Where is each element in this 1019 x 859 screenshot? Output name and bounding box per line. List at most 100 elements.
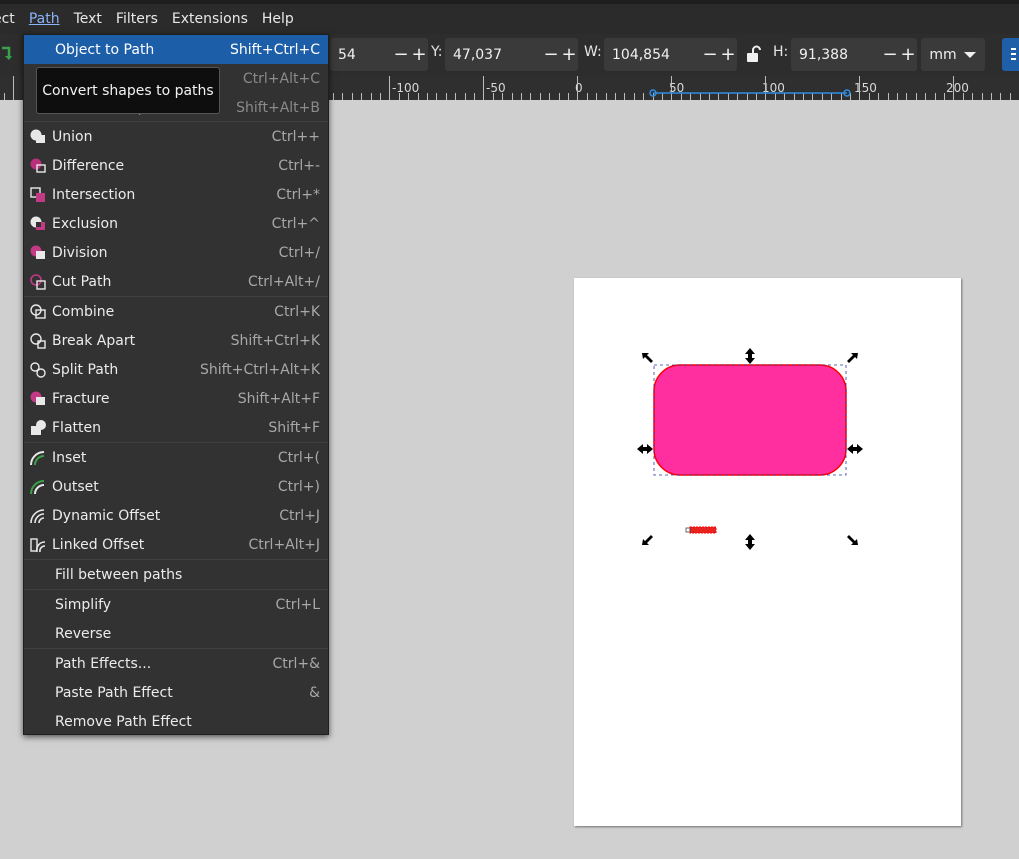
menu-item-flatten[interactable]: Flatten Shift+F bbox=[24, 413, 328, 442]
menu-filters[interactable]: Filters bbox=[109, 4, 165, 34]
menu-item-label: Simplify bbox=[55, 596, 112, 613]
menu-path[interactable]: Path bbox=[22, 4, 67, 34]
menu-item-shortcut: Shift+Alt+F bbox=[237, 390, 320, 407]
menu-item-shortcut: Ctrl+Alt+/ bbox=[247, 273, 320, 290]
menu-text[interactable]: Text bbox=[67, 4, 109, 34]
menu-item-object-to-path[interactable]: Object to Path Shift+Ctrl+C bbox=[24, 35, 328, 64]
menu-item-reverse[interactable]: Reverse bbox=[24, 619, 328, 648]
ruler-tick bbox=[13, 76, 14, 100]
ruler-tick bbox=[624, 93, 625, 100]
menu-item-cut-path[interactable]: Cut Path Ctrl+Alt+/ bbox=[24, 267, 328, 296]
exclusion-icon bbox=[30, 216, 45, 230]
menu-item-label: Remove Path Effect bbox=[55, 713, 192, 730]
menu-item-label: Fracture bbox=[52, 390, 110, 407]
cut-path-icon bbox=[30, 274, 46, 290]
menu-item-exclusion[interactable]: Exclusion Ctrl+^ bbox=[24, 209, 328, 238]
flatten-icon bbox=[31, 420, 46, 435]
unit-select[interactable]: mm bbox=[921, 38, 985, 71]
ruler-tick bbox=[4, 93, 5, 100]
x-decrement-button[interactable]: − bbox=[392, 38, 410, 71]
h-label: H: bbox=[773, 44, 789, 60]
ruler-tick bbox=[540, 93, 541, 100]
ruler-tick bbox=[577, 76, 578, 100]
h-field[interactable]: 91,388 − + bbox=[791, 38, 917, 71]
menu-item-dynamic-offset[interactable]: Dynamic Offset Ctrl+J bbox=[24, 501, 328, 530]
menu-item-label: Path Effects... bbox=[55, 655, 152, 672]
y-field[interactable]: 47,037 − + bbox=[445, 38, 578, 71]
menu-object[interactable]: ect bbox=[0, 4, 22, 34]
y-increment-button[interactable]: + bbox=[560, 38, 578, 71]
menu-separator bbox=[24, 559, 328, 560]
ruler-tick bbox=[371, 93, 372, 100]
menu-item-label: Difference bbox=[52, 157, 125, 174]
w-field[interactable]: 104,854 − + bbox=[604, 38, 737, 71]
menu-item-remove-path-effect[interactable]: Remove Path Effect bbox=[24, 707, 328, 736]
ruler-tick bbox=[568, 93, 569, 100]
menu-item-combine[interactable]: Combine Ctrl+K bbox=[24, 297, 328, 326]
ruler-tick bbox=[333, 93, 334, 100]
menu-item-simplify[interactable]: Simplify Ctrl+L bbox=[24, 590, 328, 619]
menu-item-shortcut: Ctrl+( bbox=[277, 449, 320, 466]
combine-icon bbox=[30, 304, 46, 319]
menu-item-fracture[interactable]: Fracture Shift+Alt+F bbox=[24, 384, 328, 413]
w-decrement-button[interactable]: − bbox=[701, 38, 719, 71]
ruler-tick bbox=[352, 93, 353, 100]
menu-item-path-effects[interactable]: Path Effects... Ctrl+& bbox=[24, 649, 328, 678]
tooltip-text: Convert shapes to paths bbox=[42, 82, 214, 99]
menu-item-split-path[interactable]: Split Path Shift+Ctrl+Alt+K bbox=[24, 355, 328, 384]
toolbar-overflow-button[interactable] bbox=[1002, 38, 1019, 71]
menu-item-break-apart[interactable]: Break Apart Shift+Ctrl+K bbox=[24, 326, 328, 355]
ruler-label: 200 bbox=[946, 81, 969, 95]
menu-item-label: Outset bbox=[52, 478, 99, 495]
ruler-tick bbox=[1010, 93, 1011, 100]
ruler-tick bbox=[935, 93, 936, 100]
menu-item-label: Linked Offset bbox=[52, 536, 145, 553]
ruler-tick bbox=[483, 76, 484, 100]
menu-item-division[interactable]: Division Ctrl+/ bbox=[24, 238, 328, 267]
menu-separator bbox=[24, 589, 328, 590]
menu-icon bbox=[1011, 48, 1016, 60]
menu-item-difference[interactable]: Difference Ctrl+- bbox=[24, 151, 328, 180]
w-value[interactable]: 104,854 bbox=[604, 47, 701, 63]
x-field[interactable]: 54 − + bbox=[330, 38, 428, 71]
menu-help[interactable]: Help bbox=[255, 4, 301, 34]
y-decrement-button[interactable]: − bbox=[542, 38, 560, 71]
menu-extensions[interactable]: Extensions bbox=[165, 4, 255, 34]
ruler-tick bbox=[869, 93, 870, 100]
ruler-tick bbox=[944, 93, 945, 100]
ruler-tick bbox=[963, 93, 964, 100]
toolbar-arrow-icon[interactable] bbox=[0, 44, 12, 64]
document-page[interactable] bbox=[574, 278, 961, 826]
y-value[interactable]: 47,037 bbox=[445, 47, 542, 63]
w-increment-button[interactable]: + bbox=[719, 38, 737, 71]
ruler-tick bbox=[559, 93, 560, 100]
menu-item-shortcut: Ctrl+& bbox=[272, 655, 320, 672]
menu-item-outset[interactable]: Outset Ctrl+) bbox=[24, 472, 328, 501]
menu-item-paste-path-effect[interactable]: Paste Path Effect & bbox=[24, 678, 328, 707]
ruler-selection-indicator bbox=[649, 89, 851, 97]
dynamic-offset-icon bbox=[30, 509, 45, 524]
lock-ratio-icon[interactable] bbox=[744, 45, 762, 63]
menu-item-linked-offset[interactable]: Linked Offset Ctrl+Alt+J bbox=[24, 530, 328, 559]
ruler-tick bbox=[549, 93, 550, 100]
menu-separator bbox=[24, 121, 328, 122]
menu-item-intersection[interactable]: Intersection Ctrl+* bbox=[24, 180, 328, 209]
ruler-tick bbox=[634, 93, 635, 100]
h-value[interactable]: 91,388 bbox=[791, 47, 881, 63]
ruler-tick bbox=[502, 93, 503, 100]
menu-item-shortcut: Shift+Alt+B bbox=[236, 99, 320, 116]
menu-item-union[interactable]: Union Ctrl++ bbox=[24, 122, 328, 151]
x-value[interactable]: 54 bbox=[330, 47, 392, 63]
menu-item-fill-between-paths[interactable]: Fill between paths bbox=[24, 560, 328, 589]
menu-item-shortcut: Ctrl+^ bbox=[271, 215, 320, 232]
h-decrement-button[interactable]: − bbox=[881, 38, 899, 71]
menu-item-label: Combine bbox=[52, 303, 115, 320]
menu-item-inset[interactable]: Inset Ctrl+( bbox=[24, 443, 328, 472]
menu-item-label: Inset bbox=[52, 449, 87, 466]
menu-item-label: Object to Path bbox=[55, 41, 155, 58]
ruler-tick bbox=[906, 93, 907, 100]
ruler-tick bbox=[888, 93, 889, 100]
inset-icon bbox=[30, 451, 45, 466]
x-increment-button[interactable]: + bbox=[410, 38, 428, 71]
h-increment-button[interactable]: + bbox=[899, 38, 917, 71]
